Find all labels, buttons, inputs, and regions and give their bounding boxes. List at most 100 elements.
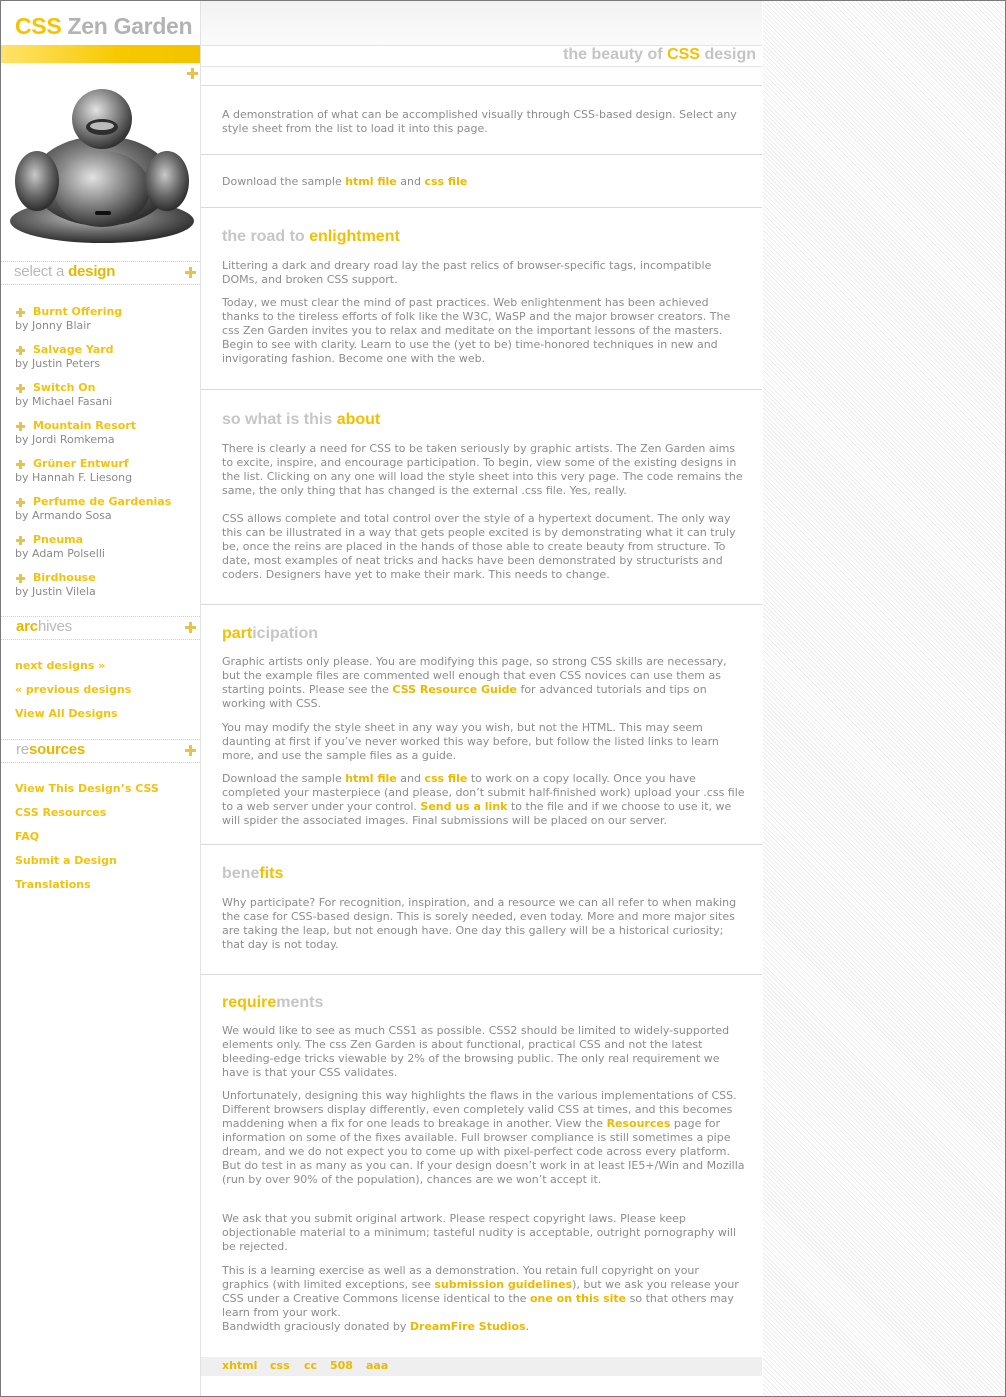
next-designs-link[interactable]: next designs » (15, 659, 105, 672)
plus-icon (16, 498, 25, 507)
main-content: A demonstration of what can be accomplis… (201, 86, 762, 1396)
design-link[interactable]: Birdhouse (33, 571, 96, 584)
footer: xhtml css cc 508 aaa (201, 1357, 762, 1376)
list-item[interactable]: Mountain Resort by Jordi Romkema (15, 418, 195, 454)
plus-icon (16, 308, 25, 317)
participation-p2: You may modify the style sheet in any wa… (222, 721, 719, 762)
resources-link[interactable]: Resources (607, 1117, 671, 1130)
css-file-link[interactable]: css file (424, 175, 467, 188)
tagline-post: design (704, 46, 756, 63)
list-item[interactable]: Birdhouse by Justin Vilela (15, 570, 195, 606)
plus-icon (185, 622, 196, 633)
participation-p3: Download the sample html file and css fi… (222, 772, 747, 828)
list-item[interactable]: Perfume de Gardenias by Armando Sosa (15, 494, 195, 530)
html-file-link-2[interactable]: html file (345, 772, 397, 785)
sidebar: CSS Zen Garden select a design Burnt Off… (1, 1, 201, 1396)
header-banner (201, 1, 762, 86)
design-author: by Jordi Romkema (15, 433, 115, 446)
css-resources-link[interactable]: CSS Resources (15, 806, 106, 819)
requirements-p5-a: Bandwidth graciously donated by (222, 1320, 407, 1333)
list-item[interactable]: Pneuma by Adam Polselli (15, 532, 195, 568)
view-css-link[interactable]: View This Design’s CSS (15, 782, 159, 795)
requirements-heading-grey: ments (276, 994, 324, 1011)
archives-h: h (37, 618, 47, 635)
site-logo: CSS Zen Garden (15, 13, 193, 40)
logo-zen-garden: Zen Garden (67, 13, 193, 39)
plus-icon (16, 346, 25, 355)
one-on-this-site-link[interactable]: one on this site (530, 1292, 626, 1305)
css-resource-guide-link[interactable]: CSS Resource Guide (392, 683, 517, 696)
road-heading-yellow: enlightment (309, 228, 400, 245)
select-grey: select a (14, 263, 65, 280)
css-file-link-2[interactable]: css file (424, 772, 467, 785)
footer-css-link[interactable]: css (270, 1359, 290, 1372)
design-link[interactable]: Grüner Entwurf (33, 457, 129, 470)
benefits-section: benefits Why participate? For recognitio… (201, 845, 762, 975)
archives-header: archives (1, 616, 200, 640)
design-link[interactable]: Perfume de Gardenias (33, 495, 171, 508)
html-file-link[interactable]: html file (345, 175, 397, 188)
benefits-heading-yellow: fits (259, 865, 284, 882)
tagline-pre: the beauty of (563, 46, 663, 63)
road-p2: Today, we must clear the mind of past pr… (222, 296, 731, 365)
footer-xhtml-link[interactable]: xhtml (222, 1359, 257, 1372)
submission-guidelines-link[interactable]: submission guidelines (434, 1278, 572, 1291)
plus-icon (16, 574, 25, 583)
footer-508-link[interactable]: 508 (330, 1359, 353, 1372)
send-link-link[interactable]: Send us a link (420, 800, 507, 813)
requirements-p5-b: . (525, 1320, 530, 1333)
road-heading: the road to enlightment (222, 228, 400, 246)
about-heading: so what is this about (222, 411, 380, 429)
archives-heading: archives (16, 618, 72, 635)
plus-icon (16, 460, 25, 469)
design-author: by Justin Peters (15, 357, 101, 370)
tagline: the beauty of CSS design (563, 46, 756, 64)
benefits-heading-grey: bene (222, 865, 260, 882)
benefits-p1: Why participate? For recognition, inspir… (222, 896, 737, 951)
requirements-p1: We would like to see as much CSS1 as pos… (222, 1024, 730, 1079)
list-item[interactable]: Salvage Yard by Justin Peters (15, 342, 195, 378)
participation-p3-a: Download the sample (222, 772, 342, 785)
tagline-accent: CSS (667, 46, 700, 63)
previous-designs-link[interactable]: « previous designs (15, 683, 131, 696)
participation-heading: participation (222, 625, 318, 643)
logo-css: CSS (15, 13, 62, 39)
design-link[interactable]: Mountain Resort (33, 419, 136, 432)
participation-p3-and: and (400, 772, 421, 785)
resources-header: resources (1, 739, 200, 763)
participation-heading-grey: icipation (252, 625, 319, 642)
translations-link[interactable]: Translations (15, 878, 91, 891)
about-heading-grey: so what is this (222, 411, 333, 428)
footer-cc-link[interactable]: cc (304, 1359, 317, 1372)
archives-yellow: arc (16, 618, 38, 635)
benefits-heading: benefits (222, 865, 283, 883)
logo-bar (1, 45, 200, 63)
list-item[interactable]: Burnt Offering by Jonny Blair (15, 304, 195, 340)
list-item[interactable]: Switch On by Michael Fasani (15, 380, 195, 416)
design-link[interactable]: Salvage Yard (33, 343, 114, 356)
download-text: Download the sample html file and css fi… (222, 175, 747, 189)
select-design-header: select a design (1, 261, 200, 285)
about-p2: CSS allows complete and total control ov… (222, 512, 736, 581)
plus-icon (185, 745, 196, 756)
about-section: so what is this about There is clearly a… (201, 390, 762, 605)
road-section: the road to enlightment Littering a dark… (201, 208, 762, 390)
design-author: by Michael Fasani (15, 395, 113, 408)
faq-link[interactable]: FAQ (15, 830, 39, 843)
design-link[interactable]: Switch On (33, 381, 95, 394)
tagline-bar: the beauty of CSS design (201, 45, 762, 67)
design-link[interactable]: Burnt Offering (33, 305, 122, 318)
dreamfire-link[interactable]: DreamFire Studios (410, 1320, 526, 1333)
resources-grey: re (16, 741, 29, 758)
plus-icon (16, 384, 25, 393)
footer-aaa-link[interactable]: aaa (366, 1359, 388, 1372)
view-all-designs-link[interactable]: View All Designs (15, 707, 118, 720)
download-and: and (400, 175, 421, 188)
plus-icon (187, 68, 198, 79)
requirements-p4: This is a learning exercise as well as a… (222, 1264, 747, 1334)
submit-design-link[interactable]: Submit a Design (15, 854, 117, 867)
page-frame: the beauty of CSS design CSS Zen Garden (0, 0, 1006, 1397)
design-link[interactable]: Pneuma (33, 533, 83, 546)
plus-icon (185, 267, 196, 278)
list-item[interactable]: Grüner Entwurf by Hannah F. Liesong (15, 456, 195, 492)
